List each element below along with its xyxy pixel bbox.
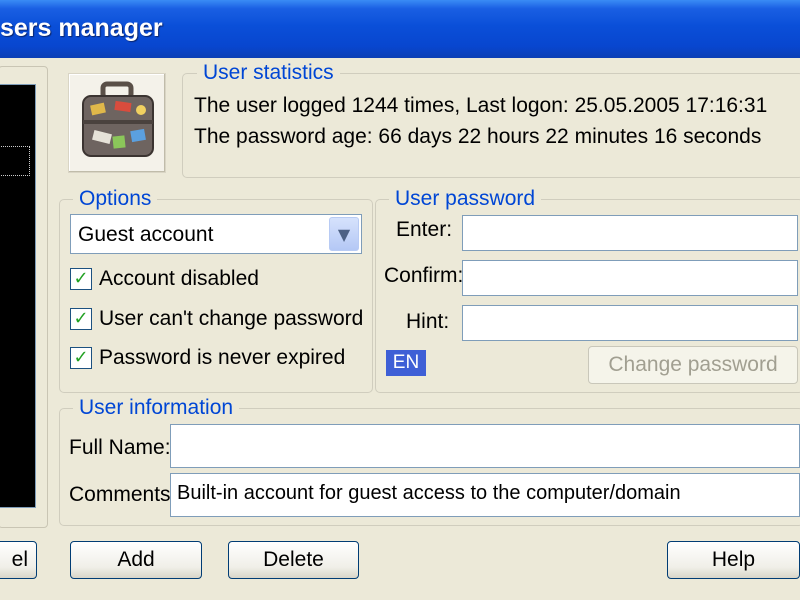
change-password-button[interactable]: Change password: [588, 346, 798, 384]
user-password-legend: User password: [389, 187, 542, 211]
delete-button[interactable]: Delete: [228, 541, 359, 579]
options-legend: Options: [73, 187, 158, 211]
password-hint-field[interactable]: [462, 305, 798, 341]
comments-field[interactable]: Built-in account for guest access to the…: [170, 473, 800, 517]
enter-password-field[interactable]: [462, 215, 798, 251]
logon-statistics-text: The user logged 1244 times, Last logon: …: [194, 94, 768, 117]
user-information-legend: User information: [73, 396, 240, 420]
account-type-value: Guest account: [78, 223, 214, 246]
password-never-expired-checkbox[interactable]: ✓: [70, 347, 92, 369]
account-type-select[interactable]: Guest account ▼: [70, 214, 362, 254]
confirm-password-label: Confirm:: [384, 264, 464, 287]
cant-change-password-checkbox[interactable]: ✓: [70, 308, 92, 330]
chevron-down-icon[interactable]: ▼: [329, 217, 359, 251]
cancel-button[interactable]: el: [0, 541, 37, 579]
users-list-selection[interactable]: [0, 146, 30, 176]
password-age-text: The password age: 66 days 22 hours 22 mi…: [194, 125, 762, 148]
add-button[interactable]: Add: [70, 541, 202, 579]
account-disabled-label[interactable]: Account disabled: [99, 267, 259, 291]
user-statistics-legend: User statistics: [197, 61, 340, 85]
full-name-label: Full Name:: [69, 436, 171, 459]
enter-password-label: Enter:: [396, 218, 453, 241]
full-name-field[interactable]: [170, 424, 800, 468]
help-button[interactable]: Help: [667, 541, 800, 579]
input-language-badge[interactable]: EN: [386, 350, 426, 376]
account-disabled-checkbox[interactable]: ✓: [70, 268, 92, 290]
cant-change-password-label[interactable]: User can't change password: [99, 307, 363, 331]
title-bar[interactable]: sers manager: [0, 0, 800, 58]
comments-label: Comments:: [69, 483, 177, 506]
password-hint-label: Hint:: [406, 310, 450, 333]
suitcase-icon: [68, 73, 166, 173]
confirm-password-field[interactable]: [462, 260, 798, 296]
window-title: sers manager: [0, 14, 163, 42]
password-never-expired-label[interactable]: Password is never expired: [99, 346, 345, 370]
